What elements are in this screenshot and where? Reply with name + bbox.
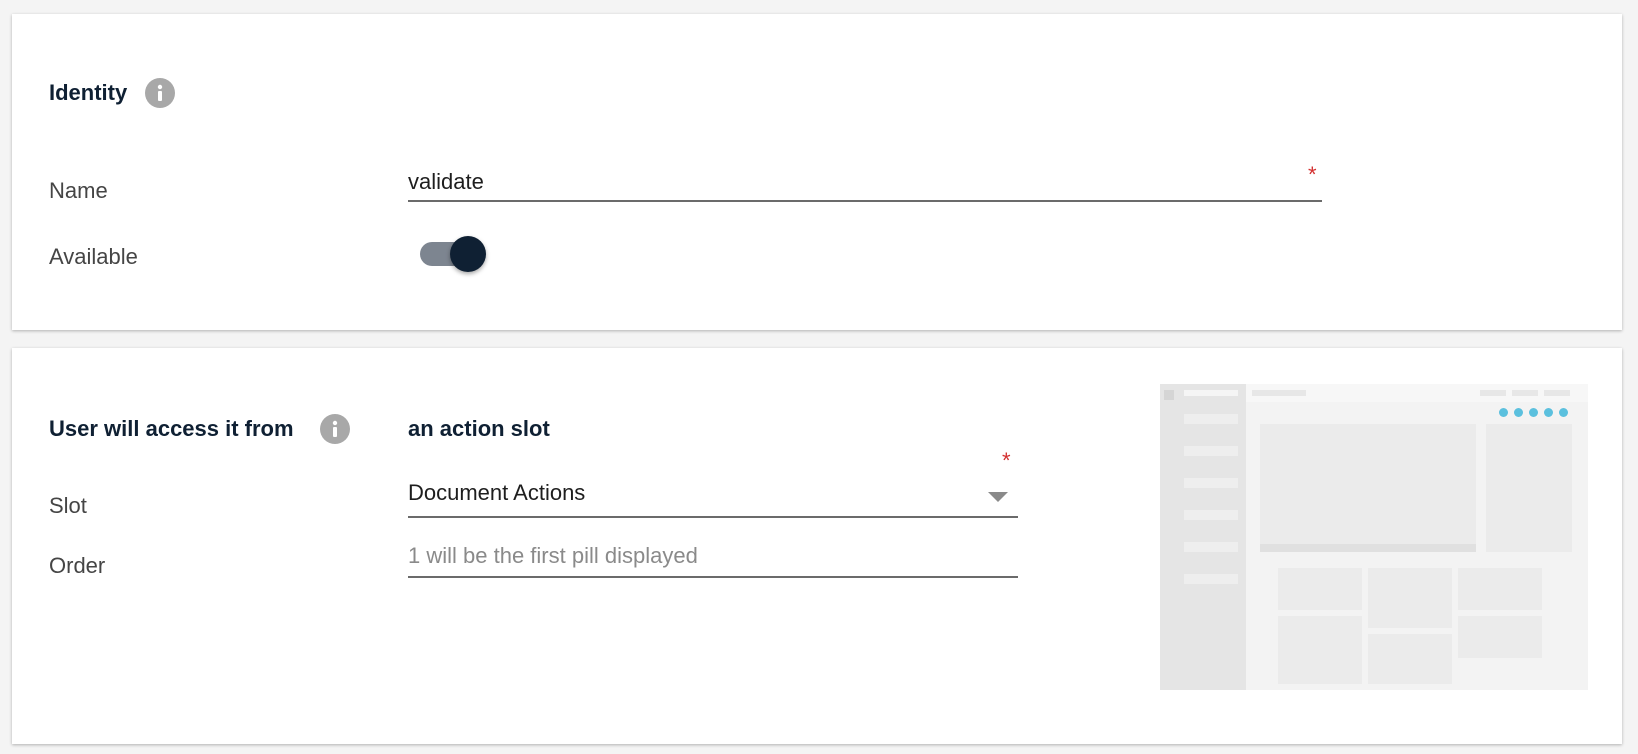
name-field[interactable] bbox=[408, 164, 1322, 202]
preview-sidebar-item bbox=[1184, 542, 1238, 552]
identity-title: Identity bbox=[49, 80, 128, 105]
order-field[interactable] bbox=[408, 536, 1018, 578]
chevron-down-icon bbox=[988, 492, 1008, 502]
slot-select-value: Document Actions bbox=[408, 480, 586, 505]
action-slot-preview-illustration bbox=[1160, 384, 1588, 690]
order-input[interactable] bbox=[408, 536, 1018, 576]
preview-card bbox=[1278, 568, 1362, 610]
preview-card bbox=[1368, 634, 1452, 684]
identity-card: Identity Name * Available bbox=[12, 14, 1622, 330]
preview-card bbox=[1278, 616, 1362, 684]
preview-sidebar-item bbox=[1184, 414, 1238, 424]
available-label: Available bbox=[49, 244, 138, 269]
preview-card bbox=[1458, 616, 1542, 658]
preview-top-action bbox=[1512, 390, 1538, 396]
access-title: User will access it from bbox=[49, 416, 294, 441]
slot-select[interactable]: Document Actions bbox=[408, 476, 1018, 518]
slot-label: Slot bbox=[49, 493, 87, 518]
preview-sidebar-item bbox=[1184, 574, 1238, 584]
preview-title bbox=[1252, 390, 1306, 396]
available-toggle[interactable] bbox=[408, 234, 488, 274]
preview-side-panel bbox=[1486, 424, 1572, 552]
info-icon[interactable] bbox=[320, 414, 350, 444]
preview-action-pill bbox=[1544, 408, 1553, 417]
info-icon[interactable] bbox=[145, 78, 175, 108]
toggle-thumb bbox=[450, 236, 486, 272]
preview-action-pill bbox=[1499, 408, 1508, 417]
order-label: Order bbox=[49, 553, 106, 578]
name-label: Name bbox=[49, 178, 108, 203]
name-input[interactable] bbox=[408, 164, 1322, 200]
preview-card bbox=[1368, 568, 1452, 628]
preview-card bbox=[1458, 568, 1542, 610]
preview-sidebar bbox=[1160, 384, 1246, 690]
preview-sidebar-item bbox=[1184, 510, 1238, 520]
preview-main-panel bbox=[1260, 424, 1476, 548]
preview-action-pill bbox=[1514, 408, 1523, 417]
slot-type-value: an action slot bbox=[408, 416, 550, 441]
slot-required-marker: * bbox=[1002, 448, 1011, 473]
preview-action-pill bbox=[1529, 408, 1538, 417]
preview-top-action bbox=[1480, 390, 1506, 396]
preview-sidebar-item bbox=[1184, 478, 1238, 488]
preview-sidebar-icon bbox=[1164, 390, 1174, 400]
preview-sidebar-item bbox=[1184, 446, 1238, 456]
access-card: User will access it from an action slot … bbox=[12, 348, 1622, 744]
preview-top-action bbox=[1544, 390, 1570, 396]
preview-sidebar-header bbox=[1184, 390, 1238, 396]
preview-main-panel-footer bbox=[1260, 544, 1476, 552]
name-required-marker: * bbox=[1308, 162, 1317, 187]
preview-action-pill bbox=[1559, 408, 1568, 417]
